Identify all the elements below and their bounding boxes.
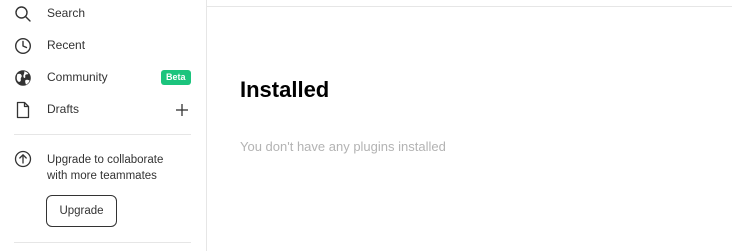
page-title: Installed xyxy=(240,77,330,102)
main-content: Installed You don't have any plugins ins… xyxy=(207,0,732,251)
sidebar-item-label: Search xyxy=(47,6,86,20)
upgrade-message-line2: with more teammates xyxy=(47,170,157,182)
sidebar-item-search[interactable]: Search xyxy=(0,0,206,30)
sidebar: Search Recent Community Beta Drafts Upgr… xyxy=(0,0,207,251)
sidebar-item-label: Recent xyxy=(47,38,86,52)
plus-icon[interactable] xyxy=(175,103,189,117)
sidebar-divider xyxy=(14,242,191,243)
sidebar-item-label: Community xyxy=(47,70,108,84)
sidebar-item-community[interactable]: Community Beta xyxy=(0,62,206,94)
sidebar-item-recent[interactable]: Recent xyxy=(0,30,206,62)
header-divider xyxy=(207,6,732,7)
beta-badge: Beta xyxy=(161,70,191,85)
search-icon xyxy=(15,6,31,22)
sidebar-item-drafts[interactable]: Drafts xyxy=(0,94,206,126)
upgrade-message: Upgrade to collaborate with more teammat… xyxy=(47,152,197,184)
clock-icon xyxy=(14,37,32,55)
file-icon xyxy=(16,101,30,119)
sidebar-divider xyxy=(14,134,191,135)
arrow-up-circle-icon xyxy=(14,150,32,168)
empty-state-message: You don't have any plugins installed xyxy=(240,139,446,154)
upgrade-button[interactable]: Upgrade xyxy=(46,195,117,227)
upgrade-message-line1: Upgrade to collaborate xyxy=(47,154,164,166)
globe-icon xyxy=(15,70,31,86)
sidebar-item-label: Drafts xyxy=(47,102,80,116)
